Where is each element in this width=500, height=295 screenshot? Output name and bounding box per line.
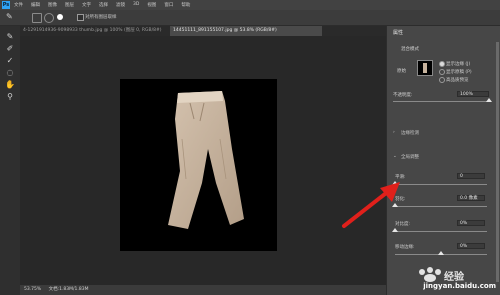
- view-thumbnail[interactable]: [417, 60, 433, 76]
- pants-image: [168, 91, 244, 229]
- show-original-label: 显示原稿 (P): [446, 70, 472, 75]
- menu-item[interactable]: 选择: [99, 2, 108, 8]
- brush-icon[interactable]: ✎: [4, 32, 16, 42]
- doc-size: 文档:1.83M/1.83M: [48, 287, 89, 292]
- high-quality-radio[interactable]: [439, 77, 445, 83]
- menu-item[interactable]: 图像: [48, 2, 57, 8]
- document-canvas[interactable]: [120, 79, 277, 251]
- brush-size-icon[interactable]: [44, 13, 54, 23]
- contrast-slider-track[interactable]: [395, 231, 487, 232]
- options-bar: ✎ 对所有图层取样: [0, 10, 500, 26]
- tab-thumb[interactable]: 4-1291914936-9098933 thumb.jpg @ 100% (图…: [20, 26, 171, 36]
- show-edge-label: 显示边缘 (J): [446, 62, 471, 67]
- photoshop-logo: Ps: [2, 1, 10, 9]
- watermark: 经验 jingyan.baidu.com: [398, 266, 496, 292]
- menu-item[interactable]: 滤镜: [116, 2, 125, 8]
- thumbnail-pants-icon: [423, 63, 427, 73]
- hand-icon[interactable]: ✋: [4, 80, 16, 90]
- global-adjust-chevron-icon[interactable]: ⌄: [393, 154, 397, 159]
- high-quality-label: 高品质预览: [446, 78, 469, 83]
- menu-item[interactable]: 帮助: [181, 2, 190, 8]
- magic-wand-icon[interactable]: ✓: [4, 56, 16, 66]
- edge-detection-section[interactable]: 边缘检测: [401, 130, 419, 136]
- status-bar: 53.75% 文档:1.83M/1.83M: [20, 285, 386, 295]
- shift-edge-field[interactable]: 0%: [457, 243, 485, 249]
- lasso-icon[interactable]: ◌: [4, 68, 16, 78]
- global-adjust-section[interactable]: 全局调整: [401, 154, 419, 160]
- menu-item[interactable]: 3D: [133, 2, 139, 8]
- menu-item[interactable]: 文件: [14, 2, 23, 8]
- show-original-radio[interactable]: [439, 69, 445, 75]
- tool-panel: ✎ ✐ ✓ ◌ ✋ ⚲: [0, 26, 20, 295]
- opacity-field[interactable]: 100%: [457, 91, 489, 97]
- menu-item[interactable]: 视图: [147, 2, 156, 8]
- document-tabs: 4-1291914936-9098933 thumb.jpg @ 100% (图…: [20, 26, 390, 36]
- tab-active-document[interactable]: 14451111_891155107.jpg @ 53.8% (RGB/8#): [170, 26, 322, 36]
- menu-items: 文件 编辑 图像 图层 文字 选择 滤镜 3D 视图 窗口 帮助: [14, 2, 190, 8]
- menu-bar: Ps 文件 编辑 图像 图层 文字 选择 滤镜 3D 视图 窗口 帮助: [0, 0, 500, 10]
- shift-edge-label: 移动边缘:: [395, 245, 415, 250]
- sample-all-layers-checkbox[interactable]: [77, 14, 84, 21]
- annotation-arrow-icon: [342, 182, 400, 228]
- menu-item[interactable]: 窗口: [164, 2, 173, 8]
- brush-preview-icon[interactable]: [57, 14, 63, 20]
- brush-mode-icon[interactable]: [32, 13, 42, 23]
- view-mode-label: 混合模式: [401, 47, 419, 52]
- zoom-level[interactable]: 53.75%: [24, 287, 41, 292]
- properties-panel: 属性 混合模式 原始 显示边缘 (J) 显示原稿 (P) 高品质预览 不透明度:…: [386, 26, 500, 295]
- menu-item[interactable]: 图层: [65, 2, 74, 8]
- menu-item[interactable]: 编辑: [31, 2, 40, 8]
- opacity-slider-knob[interactable]: [486, 98, 492, 102]
- brush-tool-icon[interactable]: ✎: [6, 12, 16, 22]
- edge-detection-chevron-icon[interactable]: ›: [393, 130, 395, 135]
- quick-select-icon[interactable]: ✐: [4, 44, 16, 54]
- smooth-slider-track[interactable]: [395, 184, 487, 185]
- sample-all-layers-label: 对所有图层取样: [85, 15, 117, 20]
- zoom-icon[interactable]: ⚲: [4, 92, 16, 102]
- view-label: 原始: [397, 69, 406, 74]
- opacity-label: 不透明度:: [393, 93, 413, 98]
- shift-edge-slider-knob[interactable]: [438, 251, 444, 255]
- feather-slider-track[interactable]: [395, 206, 487, 207]
- contrast-field[interactable]: 0%: [457, 220, 485, 226]
- opacity-slider-track[interactable]: [393, 101, 489, 102]
- menu-item[interactable]: 文字: [82, 2, 91, 8]
- panel-scrollbar[interactable]: [496, 42, 499, 282]
- watermark-url: jingyan.baidu.com: [423, 282, 496, 290]
- smooth-field[interactable]: 0: [457, 173, 485, 179]
- panel-title: 属性: [393, 30, 404, 36]
- show-edge-radio[interactable]: [439, 61, 445, 67]
- feather-field[interactable]: 0.0 像素: [457, 195, 485, 201]
